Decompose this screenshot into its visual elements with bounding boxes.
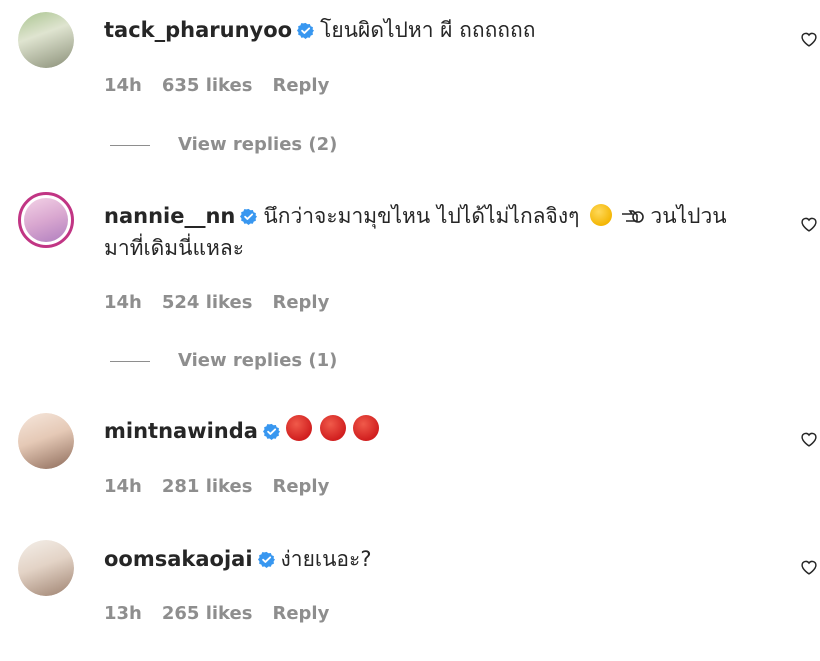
pointing-hand-emoji: [621, 210, 644, 223]
heart-icon[interactable]: [800, 559, 818, 575]
likes-count[interactable]: 524 likes: [162, 292, 253, 313]
comment-body: mintnawinda: [104, 415, 774, 447]
username[interactable]: tack_pharunyoo: [104, 18, 292, 42]
view-replies-button[interactable]: View replies (1): [110, 350, 337, 371]
reply-button[interactable]: Reply: [272, 603, 329, 624]
comment-text: วนไปวน: [650, 204, 727, 228]
comment-text: มาที่เดิมนี่แหละ: [104, 236, 245, 260]
comment-body: tack_pharunyoo โยนผิดไปหา ผี ถถถถถถ: [104, 14, 774, 46]
username[interactable]: oomsakaojai: [104, 547, 253, 571]
verified-badge-icon: [257, 551, 275, 568]
comment-body: oomsakaojai ง่ายเนอะ?: [104, 543, 774, 575]
reply-button[interactable]: Reply: [272, 292, 329, 313]
avatar[interactable]: [18, 413, 74, 469]
view-replies-button[interactable]: View replies (2): [110, 134, 337, 155]
shocked-face-emoji: [590, 204, 613, 226]
comment-meta: 14h 281 likes Reply: [104, 476, 349, 497]
likes-count[interactable]: 265 likes: [162, 603, 253, 624]
comment-text: โยนผิดไปหา ผี ถถถถถถ: [320, 18, 536, 42]
comment-text: นึกว่าจะมามุขไหน ไปได้ไม่ไกลจิงๆ: [263, 204, 580, 228]
timestamp[interactable]: 14h: [104, 476, 142, 497]
reply-button[interactable]: Reply: [272, 75, 329, 96]
likes-count[interactable]: 281 likes: [162, 476, 253, 497]
avatar[interactable]: [18, 12, 74, 68]
heart-icon[interactable]: [800, 216, 818, 232]
username[interactable]: nannie__nn: [104, 204, 235, 228]
verified-badge-icon: [297, 22, 315, 39]
heart-icon[interactable]: [800, 31, 818, 47]
comment-body: nannie__nn นึกว่าจะมามุขไหน ไปได้ไม่ไกลจิ…: [104, 200, 774, 264]
angry-face-emoji: [319, 415, 346, 441]
reply-button[interactable]: Reply: [272, 476, 329, 497]
likes-count[interactable]: 635 likes: [162, 75, 253, 96]
divider: [110, 360, 150, 362]
heart-icon[interactable]: [800, 431, 818, 447]
username[interactable]: mintnawinda: [104, 419, 258, 443]
angry-face-emoji: [285, 415, 312, 441]
view-replies-label: View replies (1): [178, 350, 338, 371]
divider: [110, 144, 150, 146]
comment-meta: 13h 265 likes Reply: [104, 603, 349, 624]
avatar[interactable]: [18, 540, 74, 596]
verified-badge-icon: [262, 423, 280, 440]
comment-meta: 14h 635 likes Reply: [104, 75, 349, 96]
timestamp[interactable]: 13h: [104, 603, 142, 624]
timestamp[interactable]: 14h: [104, 292, 142, 313]
comment-meta: 14h 524 likes Reply: [104, 292, 349, 313]
timestamp[interactable]: 14h: [104, 75, 142, 96]
comment-text: ง่ายเนอะ?: [280, 547, 372, 571]
avatar[interactable]: [18, 192, 74, 248]
verified-badge-icon: [240, 208, 258, 225]
view-replies-label: View replies (2): [178, 134, 338, 155]
angry-face-emoji: [353, 415, 380, 441]
